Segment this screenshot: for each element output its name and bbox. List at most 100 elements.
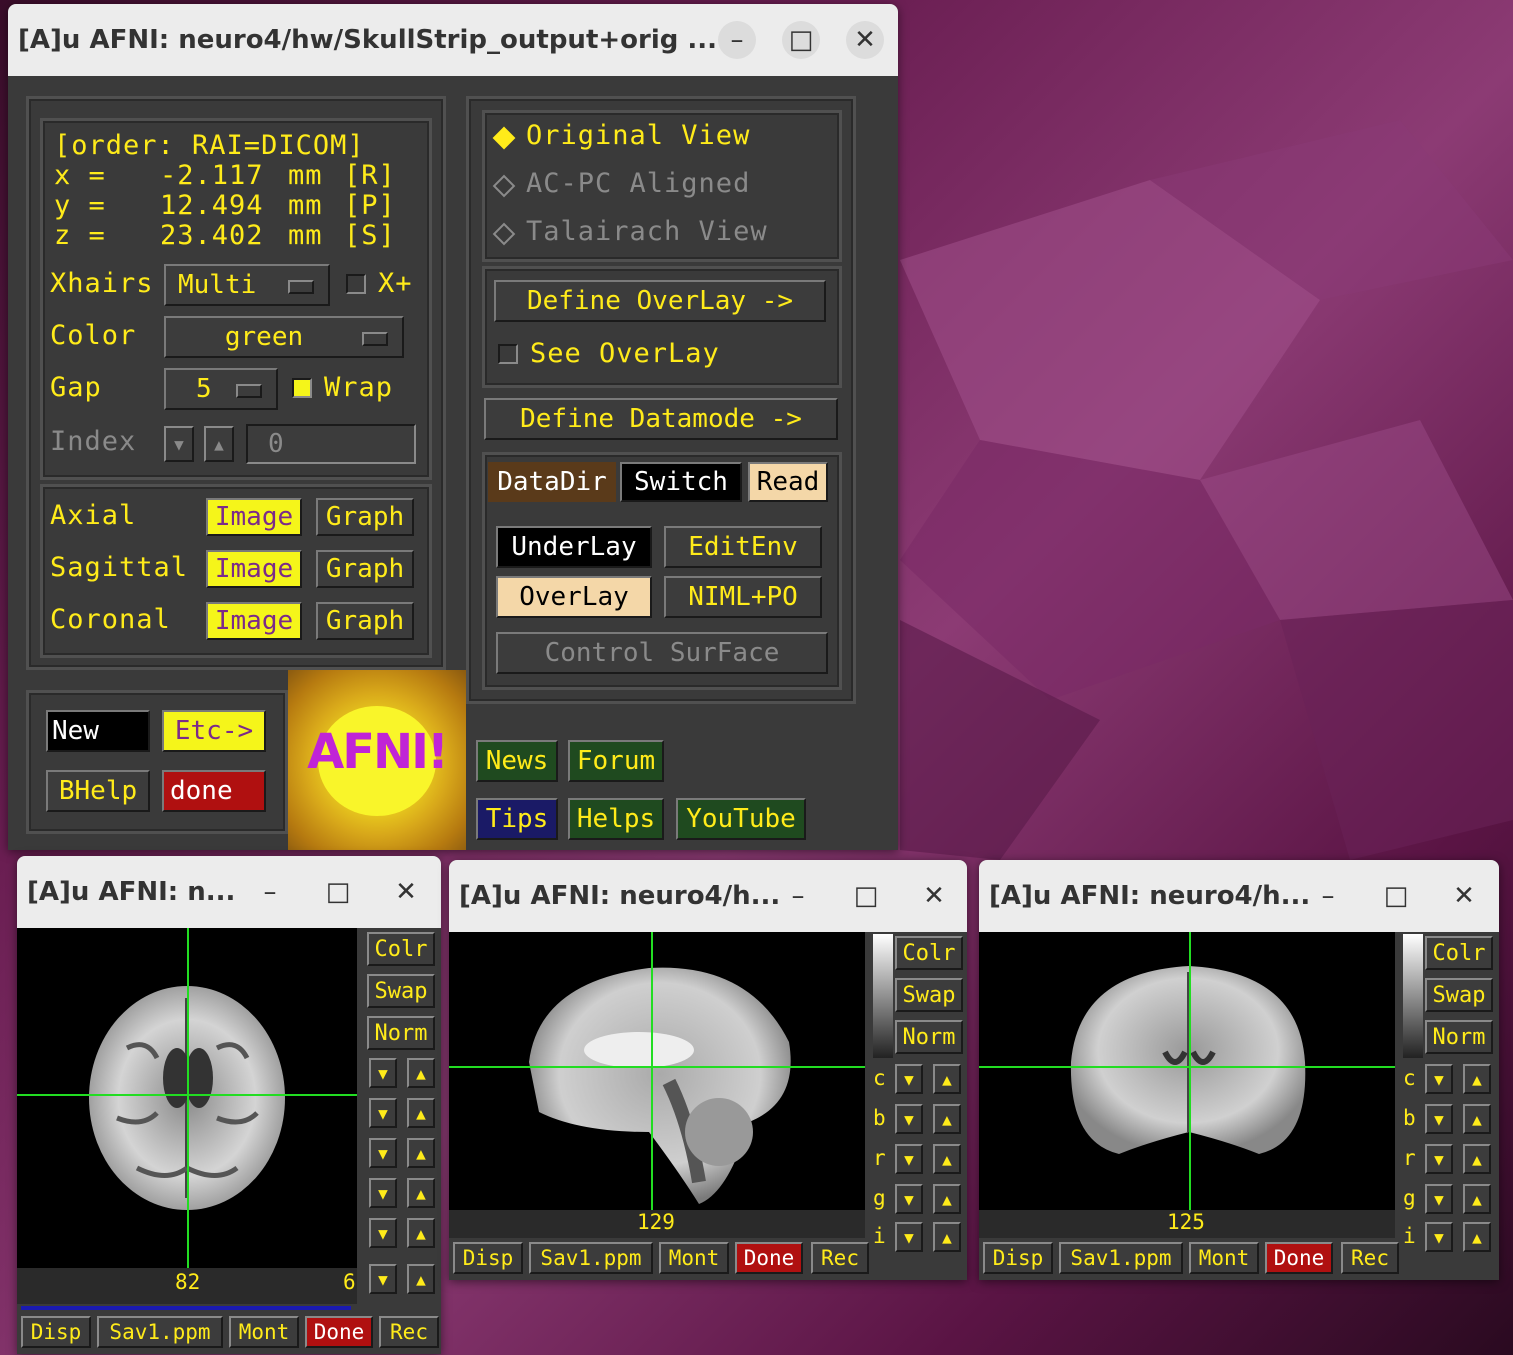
- down-arrow-icon[interactable]: ▼: [895, 1184, 923, 1214]
- down-arrow-icon[interactable]: ▼: [1425, 1144, 1453, 1174]
- main-titlebar[interactable]: [A]u AFNI: neuro4/hw/SkullStrip_output+o…: [8, 4, 898, 76]
- index-down-arrow-icon[interactable]: ▼: [164, 426, 194, 462]
- coord-y-value[interactable]: 12.494: [160, 190, 264, 221]
- define-overlay-button[interactable]: Define OverLay ->: [494, 280, 826, 322]
- tips-button[interactable]: Tips: [476, 798, 558, 840]
- new-button[interactable]: New: [46, 710, 150, 752]
- control-surface-button[interactable]: Control SurFace: [496, 632, 828, 674]
- gap-select[interactable]: 5: [164, 368, 278, 410]
- up-arrow-icon[interactable]: ▲: [407, 1264, 435, 1294]
- etc-button[interactable]: Etc->: [162, 710, 266, 752]
- up-arrow-icon[interactable]: ▲: [933, 1222, 961, 1252]
- down-arrow-icon[interactable]: ▼: [1425, 1184, 1453, 1214]
- xhairs-select[interactable]: Multi: [164, 264, 330, 306]
- niml-button[interactable]: NIML+PO: [664, 576, 822, 618]
- axial-graph-button[interactable]: Graph: [316, 498, 414, 536]
- mont-button[interactable]: Mont: [659, 1242, 729, 1274]
- down-arrow-icon[interactable]: ▼: [369, 1138, 397, 1168]
- close-icon[interactable]: ✕: [846, 21, 884, 59]
- swap-button[interactable]: Swap: [1425, 978, 1493, 1012]
- up-arrow-icon[interactable]: ▲: [407, 1058, 435, 1088]
- original-view-label[interactable]: Original View: [526, 120, 750, 151]
- mont-button[interactable]: Mont: [229, 1316, 299, 1348]
- norm-button[interactable]: Norm: [367, 1016, 435, 1050]
- see-overlay-checkbox[interactable]: [498, 344, 518, 364]
- coronal-titlebar[interactable]: [A]u AFNI: neuro4/h... – □ ✕: [979, 860, 1499, 932]
- sagittal-image-button[interactable]: Image: [206, 550, 302, 588]
- sav-button[interactable]: Sav1.ppm: [97, 1316, 223, 1348]
- down-arrow-icon[interactable]: ▼: [895, 1064, 923, 1094]
- up-arrow-icon[interactable]: ▲: [1463, 1222, 1491, 1252]
- down-arrow-icon[interactable]: ▼: [895, 1104, 923, 1134]
- disp-button[interactable]: Disp: [453, 1242, 523, 1274]
- swap-button[interactable]: Swap: [367, 974, 435, 1008]
- rec-button[interactable]: Rec: [811, 1242, 869, 1274]
- up-arrow-icon[interactable]: ▲: [933, 1184, 961, 1214]
- editenv-button[interactable]: EditEnv: [664, 526, 822, 568]
- down-arrow-icon[interactable]: ▼: [1425, 1104, 1453, 1134]
- axial-slice-slider[interactable]: [21, 1306, 351, 1310]
- down-arrow-icon[interactable]: ▼: [369, 1058, 397, 1088]
- axial-image-button[interactable]: Image: [206, 498, 302, 536]
- sagittal-graph-button[interactable]: Graph: [316, 550, 414, 588]
- down-arrow-icon[interactable]: ▼: [895, 1144, 923, 1174]
- coronal-graph-button[interactable]: Graph: [316, 602, 414, 640]
- overlay-button[interactable]: OverLay: [496, 576, 652, 618]
- maximize-icon[interactable]: □: [847, 877, 885, 915]
- index-up-arrow-icon[interactable]: ▲: [204, 426, 234, 462]
- up-arrow-icon[interactable]: ▲: [407, 1138, 435, 1168]
- index-input[interactable]: 0: [246, 424, 416, 464]
- switch-button[interactable]: Switch: [620, 462, 742, 502]
- down-arrow-icon[interactable]: ▼: [369, 1218, 397, 1248]
- up-arrow-icon[interactable]: ▲: [933, 1144, 961, 1174]
- axial-image-canvas[interactable]: [17, 928, 357, 1268]
- done-button[interactable]: Done: [305, 1316, 373, 1348]
- close-icon[interactable]: ✕: [387, 873, 425, 911]
- sagittal-image-canvas[interactable]: [449, 932, 865, 1210]
- bhelp-button[interactable]: BHelp: [46, 770, 150, 812]
- afni-logo[interactable]: AFNI!: [288, 670, 466, 850]
- up-arrow-icon[interactable]: ▲: [407, 1098, 435, 1128]
- coord-x-value[interactable]: -2.117: [160, 160, 264, 191]
- up-arrow-icon[interactable]: ▲: [933, 1064, 961, 1094]
- color-select[interactable]: green: [164, 316, 404, 358]
- done-button[interactable]: done: [162, 770, 266, 812]
- sav-button[interactable]: Sav1.ppm: [1059, 1242, 1183, 1274]
- down-arrow-icon[interactable]: ▼: [369, 1264, 397, 1294]
- up-arrow-icon[interactable]: ▲: [407, 1178, 435, 1208]
- coord-z-value[interactable]: 23.402: [160, 220, 264, 251]
- close-icon[interactable]: ✕: [1445, 877, 1483, 915]
- done-button[interactable]: Done: [1265, 1242, 1333, 1274]
- minimize-icon[interactable]: –: [779, 877, 817, 915]
- maximize-icon[interactable]: □: [782, 21, 820, 59]
- maximize-icon[interactable]: □: [319, 873, 357, 911]
- rec-button[interactable]: Rec: [1341, 1242, 1399, 1274]
- wrap-checkbox[interactable]: [292, 378, 312, 398]
- colr-button[interactable]: Colr: [895, 936, 963, 970]
- swap-button[interactable]: Swap: [895, 978, 963, 1012]
- read-button[interactable]: Read: [748, 462, 828, 502]
- up-arrow-icon[interactable]: ▲: [407, 1218, 435, 1248]
- up-arrow-icon[interactable]: ▲: [1463, 1184, 1491, 1214]
- minimize-icon[interactable]: –: [718, 21, 756, 59]
- disp-button[interactable]: Disp: [983, 1242, 1053, 1274]
- coronal-image-button[interactable]: Image: [206, 602, 302, 640]
- coronal-image-canvas[interactable]: [979, 932, 1395, 1210]
- up-arrow-icon[interactable]: ▲: [933, 1104, 961, 1134]
- define-datamode-button[interactable]: Define Datamode ->: [484, 398, 838, 440]
- mont-button[interactable]: Mont: [1189, 1242, 1259, 1274]
- rec-button[interactable]: Rec: [379, 1316, 439, 1348]
- news-button[interactable]: News: [476, 740, 558, 782]
- down-arrow-icon[interactable]: ▼: [895, 1222, 923, 1252]
- sav-button[interactable]: Sav1.ppm: [529, 1242, 653, 1274]
- maximize-icon[interactable]: □: [1377, 877, 1415, 915]
- norm-button[interactable]: Norm: [895, 1020, 963, 1054]
- close-icon[interactable]: ✕: [915, 877, 953, 915]
- minimize-icon[interactable]: –: [1309, 877, 1347, 915]
- talairach-view-label[interactable]: Talairach View: [526, 216, 768, 247]
- up-arrow-icon[interactable]: ▲: [1463, 1064, 1491, 1094]
- minimize-icon[interactable]: –: [251, 873, 289, 911]
- helps-button[interactable]: Helps: [568, 798, 664, 840]
- colr-button[interactable]: Colr: [1425, 936, 1493, 970]
- down-arrow-icon[interactable]: ▼: [1425, 1222, 1453, 1252]
